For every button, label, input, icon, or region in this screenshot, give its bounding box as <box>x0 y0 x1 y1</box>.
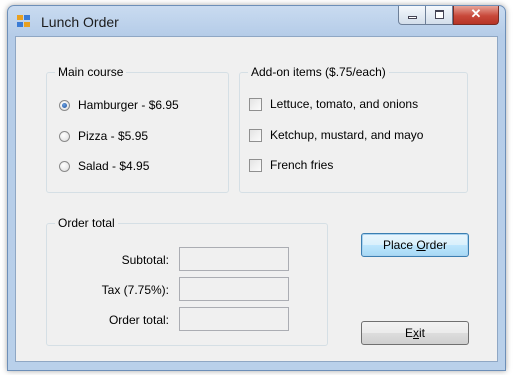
place-order-label-accel: O <box>416 238 426 252</box>
radio-selected-dot <box>62 102 67 108</box>
checkbox-lettuce[interactable]: Lettuce, tomato, and onions <box>249 97 418 111</box>
checkbox-ketchup-label: Ketchup, mustard, and mayo <box>270 128 424 142</box>
order-total-field[interactable] <box>179 307 289 331</box>
addons-label: Add-on items ($.75/each) <box>248 65 389 79</box>
minimize-button[interactable] <box>398 6 426 25</box>
close-button[interactable]: ✕ <box>453 6 499 25</box>
tax-label: Tax (7.75%): <box>101 283 169 297</box>
tax-field[interactable] <box>179 277 289 301</box>
minimize-icon <box>408 16 417 19</box>
order-total-label: Order total: <box>108 313 169 327</box>
radio-pizza-label: Pizza - $5.95 <box>78 129 149 143</box>
app-window-icon <box>17 15 33 29</box>
window-title: Lunch Order <box>41 14 119 30</box>
caption-buttons: ✕ <box>398 6 499 25</box>
radio-hamburger-label: Hamburger - $6.95 <box>78 98 179 112</box>
maximize-button[interactable] <box>426 6 453 25</box>
checkbox-lettuce-label: Lettuce, tomato, and onions <box>270 97 419 111</box>
title-bar[interactable]: Lunch Order ✕ <box>8 6 505 36</box>
radio-hamburger[interactable]: Hamburger - $6.95 <box>59 98 179 112</box>
place-order-label-post: rder <box>425 238 448 252</box>
form-client-area: Main course Hamburger - $6.95 Pizza - $5… <box>15 36 498 362</box>
place-order-button[interactable]: Place Order <box>361 233 469 257</box>
checkbox-fries-label: French fries <box>270 158 334 172</box>
radio-button[interactable] <box>59 160 70 172</box>
checkbox-ketchup[interactable]: Ketchup, mustard, and mayo <box>249 128 423 142</box>
main-course-label: Main course <box>55 65 127 79</box>
checkbox-fries[interactable]: French fries <box>249 158 333 172</box>
subtotal-field[interactable] <box>179 247 289 271</box>
radio-salad-label: Salad - $4.95 <box>78 159 150 173</box>
exit-label-post: it <box>419 326 425 340</box>
radio-button[interactable] <box>59 130 70 142</box>
checkbox[interactable] <box>249 97 262 111</box>
checkbox[interactable] <box>249 128 262 142</box>
radio-button[interactable] <box>59 99 70 111</box>
place-order-label-pre: Place <box>382 238 417 252</box>
radio-pizza[interactable]: Pizza - $5.95 <box>59 129 148 143</box>
exit-button[interactable]: Exit <box>361 321 469 345</box>
close-icon: ✕ <box>470 6 482 21</box>
subtotal-label: Subtotal: <box>121 253 169 267</box>
lunch-order-window: Lunch Order ✕ Main course Hamburger - $6… <box>7 5 506 371</box>
radio-salad[interactable]: Salad - $4.95 <box>59 159 149 173</box>
checkbox[interactable] <box>249 158 262 172</box>
maximize-icon <box>435 10 444 19</box>
order-total-group-label: Order total <box>55 216 118 230</box>
exit-label-pre: E <box>404 326 413 340</box>
